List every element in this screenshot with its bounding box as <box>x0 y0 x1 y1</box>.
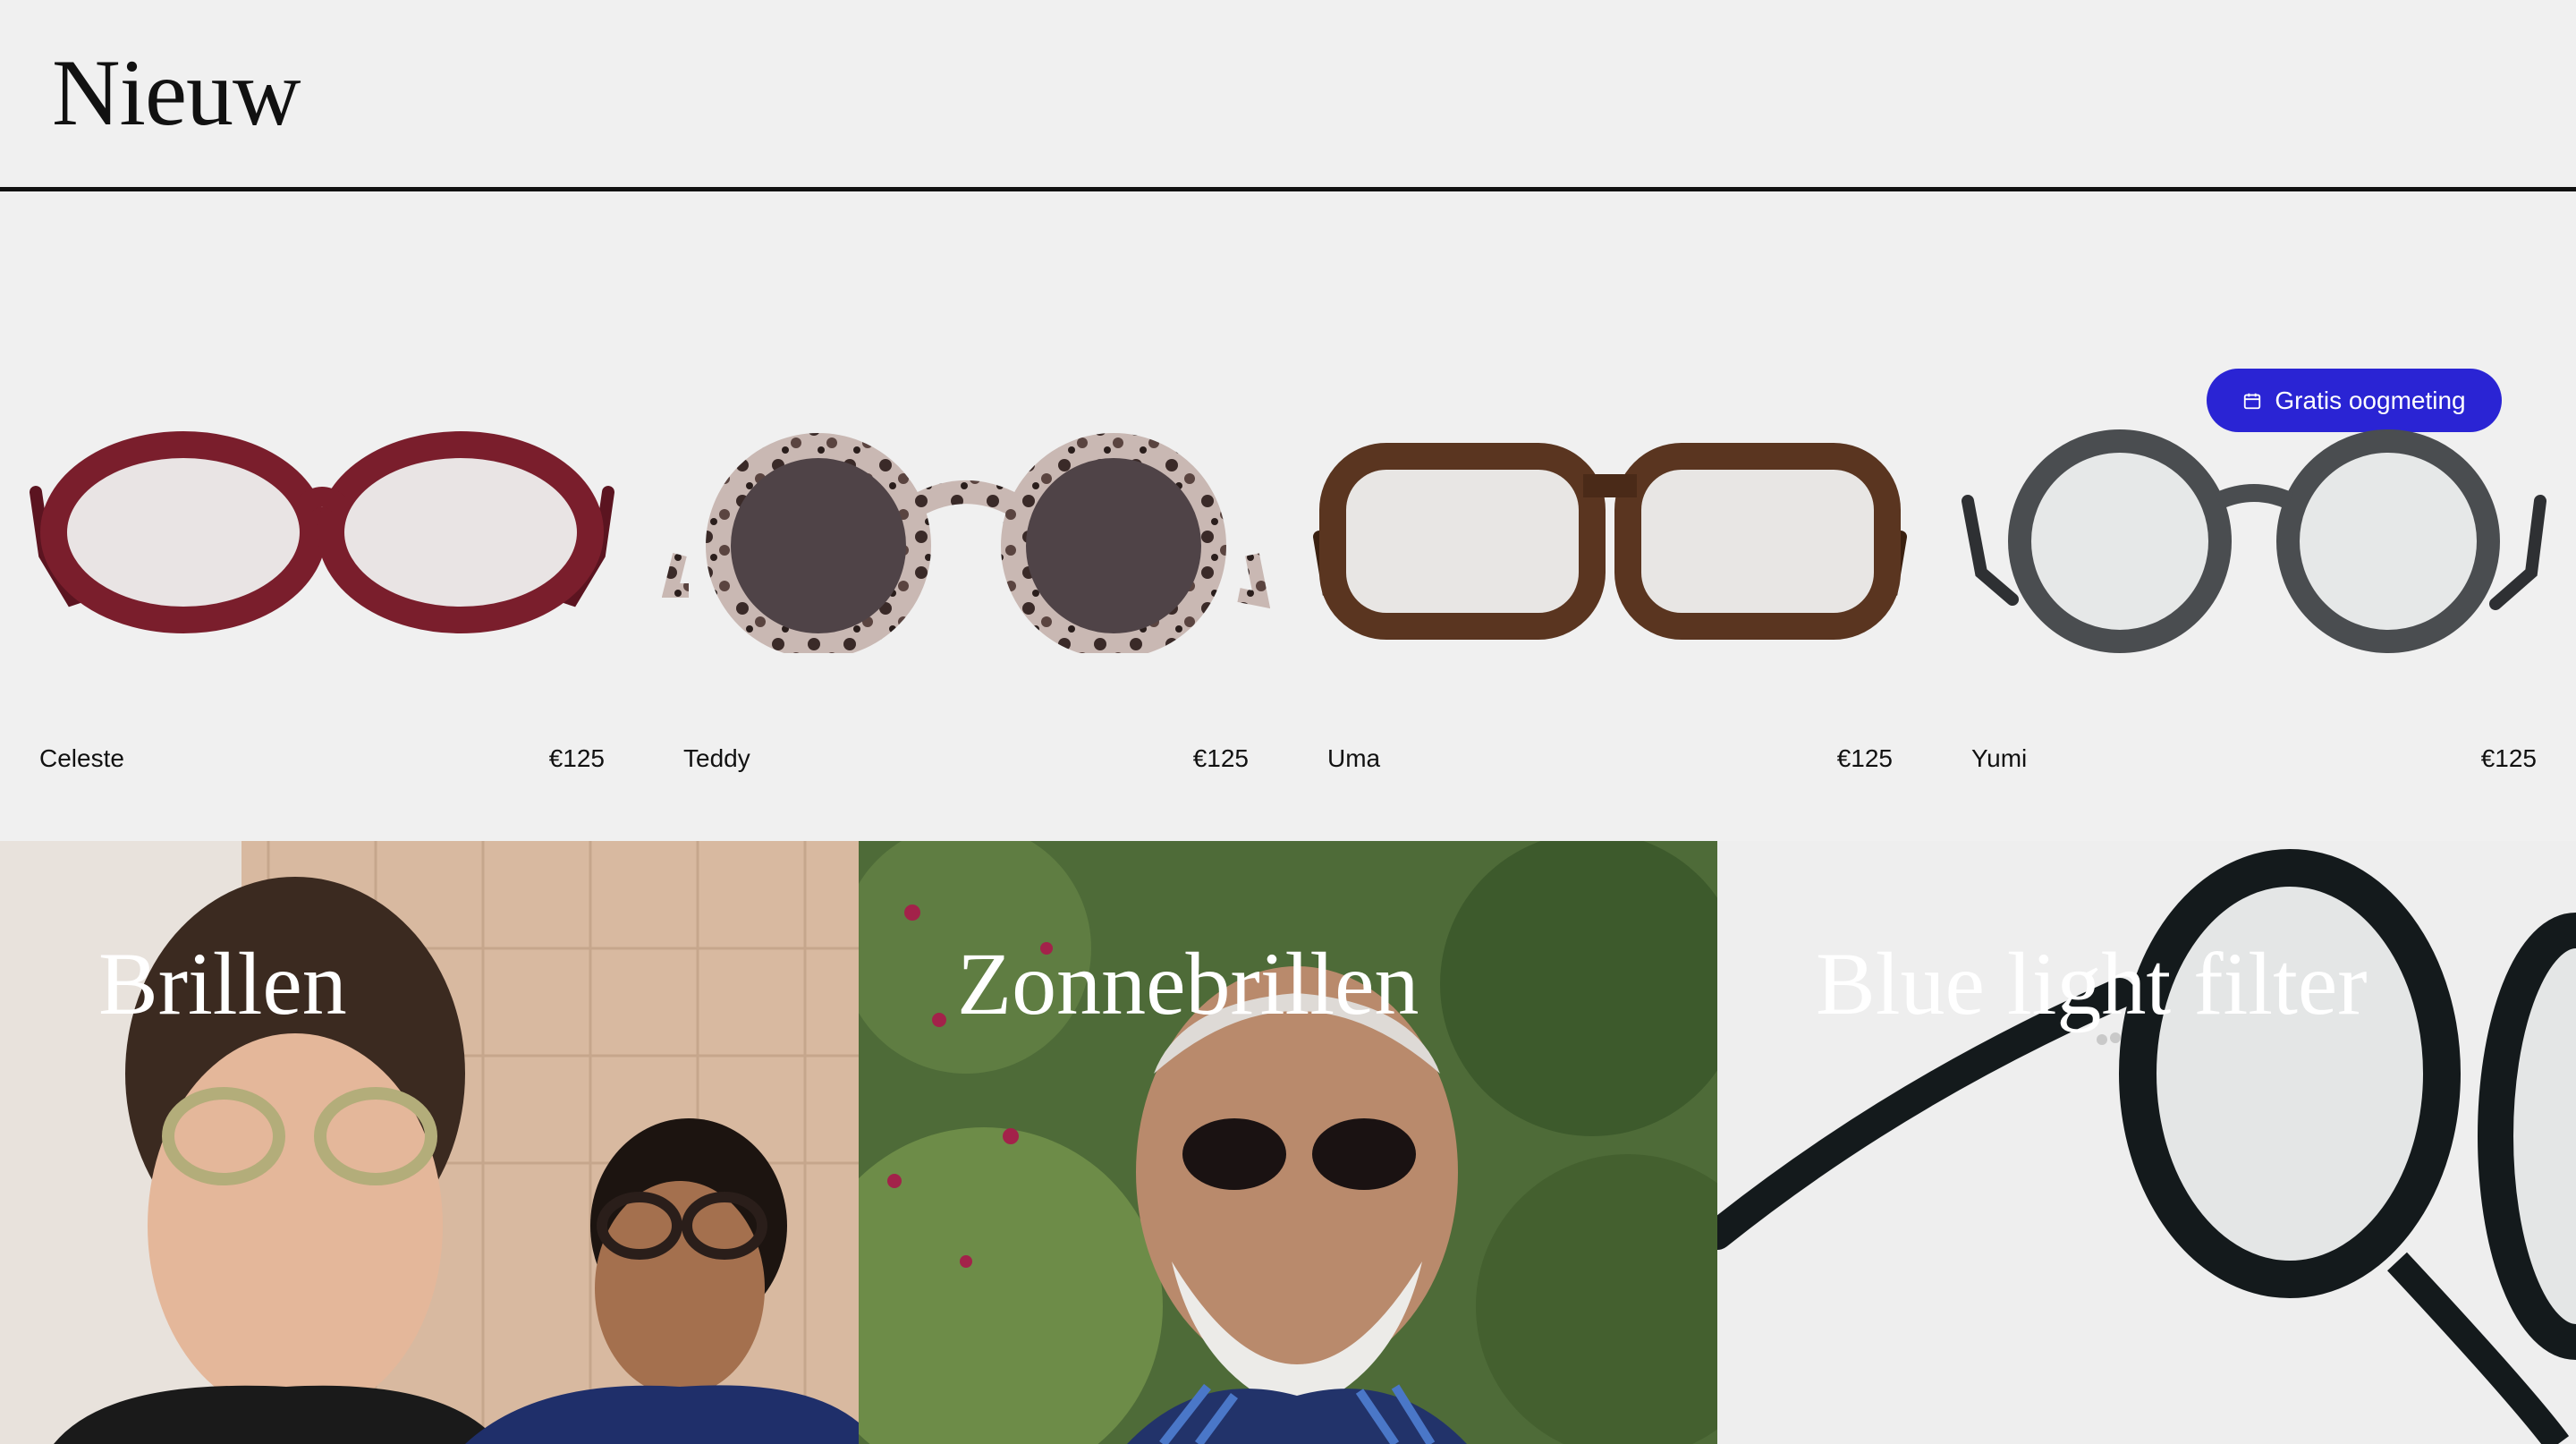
product-image-yumi <box>1962 429 2546 653</box>
category-tile-zonnebrillen[interactable]: Zonnebrillen <box>859 841 1717 1444</box>
product-name[interactable]: Uma <box>1327 744 1380 773</box>
page-title: Nieuw <box>52 40 301 145</box>
product-name[interactable]: Celeste <box>39 744 124 773</box>
blue-light-filter-photo <box>1717 841 2576 1444</box>
product-card-uma[interactable]: Uma €125 <box>1288 394 1932 787</box>
brillen-photo <box>0 841 859 1444</box>
category-label: Blue light filter <box>1816 934 2368 1033</box>
product-card-celeste[interactable]: Celeste €125 <box>0 394 644 787</box>
product-image-celeste <box>30 431 614 633</box>
product-price: €125 <box>2480 744 2537 772</box>
new-products-row: Celeste €125 Teddy €125 Uma €125 Yumi €1… <box>0 394 2576 787</box>
product-card-teddy[interactable]: Teddy €125 <box>644 394 1288 787</box>
zonnebrillen-photo <box>859 841 1717 1444</box>
product-price: €125 <box>1836 744 1893 772</box>
category-tile-brillen[interactable]: Brillen <box>0 841 859 1444</box>
product-price: €125 <box>548 744 605 772</box>
page-header: Nieuw <box>0 0 2576 191</box>
category-label: Brillen <box>98 934 347 1033</box>
product-image-teddy <box>662 433 1270 653</box>
product-image-uma <box>1313 443 1907 640</box>
product-price: €125 <box>1192 744 1249 772</box>
category-tile-blue-light-filter[interactable]: Blue light filter <box>1717 841 2576 1444</box>
product-card-yumi[interactable]: Yumi €125 <box>1932 394 2576 787</box>
category-tiles: Brillen Zonnebrillen Blue light filter <box>0 841 2576 1444</box>
product-name[interactable]: Yumi <box>1971 744 2027 773</box>
product-name[interactable]: Teddy <box>683 744 750 773</box>
category-label: Zonnebrillen <box>957 934 1419 1033</box>
